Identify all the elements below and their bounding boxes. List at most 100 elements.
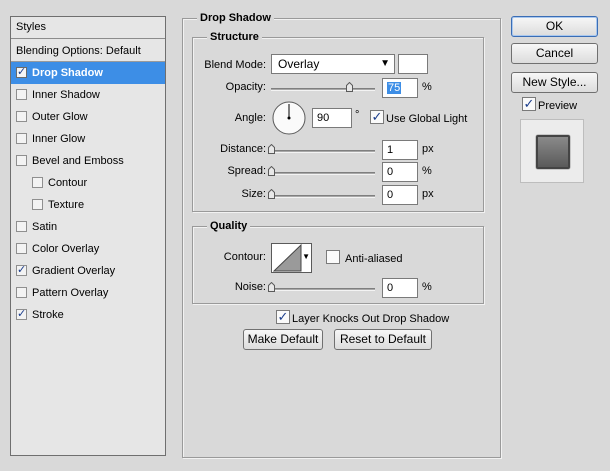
style-item-drop-shadow[interactable]: ✓ Drop Shadow bbox=[11, 62, 165, 84]
blend-mode-select[interactable]: Overlay ▼ bbox=[271, 54, 395, 74]
quality-title: Quality bbox=[207, 219, 251, 233]
checkbox-icon[interactable] bbox=[16, 111, 27, 122]
checkbox-icon[interactable]: ✓ bbox=[16, 264, 27, 276]
use-global-light-checkbox[interactable]: ✓ Use Global Light bbox=[370, 110, 467, 126]
opacity-slider-thumb[interactable] bbox=[346, 82, 353, 92]
distance-unit: px bbox=[422, 143, 434, 155]
cancel-button[interactable]: Cancel bbox=[511, 43, 598, 64]
style-item-label: Satin bbox=[32, 221, 58, 233]
contour-linear-icon bbox=[273, 244, 302, 272]
size-input[interactable]: 0 bbox=[382, 185, 418, 205]
style-item-color-overlay[interactable]: Color Overlay bbox=[11, 238, 165, 260]
style-item-label: Drop Shadow bbox=[32, 67, 103, 79]
contour-picker[interactable]: ▼ bbox=[271, 243, 312, 273]
style-item-label: Inner Shadow bbox=[32, 89, 100, 101]
angle-unit: ° bbox=[355, 109, 360, 121]
angle-dial[interactable] bbox=[271, 100, 307, 136]
opacity-unit: % bbox=[422, 81, 432, 93]
spread-slider-thumb[interactable] bbox=[268, 166, 275, 176]
checkmark-icon: ✓ bbox=[277, 309, 289, 324]
size-unit: px bbox=[422, 188, 434, 200]
noise-slider-track[interactable] bbox=[271, 288, 375, 291]
noise-label: Noise: bbox=[234, 281, 266, 293]
style-item-gradient-overlay[interactable]: ✓ Gradient Overlay bbox=[11, 260, 165, 282]
style-item-inner-glow[interactable]: Inner Glow bbox=[11, 128, 165, 150]
layer-knocks-out-label: Layer Knocks Out Drop Shadow bbox=[292, 313, 450, 325]
style-item-satin[interactable]: Satin bbox=[11, 216, 165, 238]
opacity-slider-track[interactable] bbox=[271, 88, 375, 91]
spread-input[interactable]: 0 bbox=[382, 162, 418, 182]
checkmark-icon: ✓ bbox=[17, 66, 27, 78]
style-item-label: Color Overlay bbox=[32, 243, 100, 255]
checkbox-icon[interactable] bbox=[16, 243, 27, 254]
style-item-label: Contour bbox=[48, 177, 88, 189]
checkmark-icon: ✓ bbox=[371, 109, 383, 124]
make-default-button[interactable]: Make Default bbox=[243, 329, 323, 350]
anti-aliased-checkbox[interactable]: Anti-aliased bbox=[326, 250, 402, 266]
angle-input[interactable]: 90 bbox=[312, 108, 352, 128]
ok-button[interactable]: OK bbox=[511, 16, 598, 37]
checkmark-icon: ✓ bbox=[523, 96, 535, 111]
checkbox-icon[interactable] bbox=[16, 221, 27, 232]
checkbox-icon[interactable] bbox=[16, 133, 27, 144]
distance-label: Distance: bbox=[220, 143, 266, 155]
distance-slider-track[interactable] bbox=[271, 150, 375, 153]
styles-header: Styles bbox=[11, 17, 165, 39]
distance-slider-thumb[interactable] bbox=[268, 144, 275, 154]
style-item-pattern-overlay[interactable]: Pattern Overlay bbox=[11, 282, 165, 304]
checkbox-icon[interactable] bbox=[32, 177, 43, 188]
preview-swatch bbox=[536, 135, 570, 169]
shadow-color-swatch[interactable] bbox=[398, 54, 428, 74]
layer-knocks-out-checkbox[interactable]: ✓ Layer Knocks Out Drop Shadow bbox=[276, 310, 449, 326]
spread-label: Spread: bbox=[227, 165, 266, 177]
checkbox-icon: ✓ bbox=[370, 110, 384, 124]
size-label: Size: bbox=[241, 188, 266, 200]
style-item-texture[interactable]: Texture bbox=[11, 194, 165, 216]
spread-slider-track[interactable] bbox=[271, 172, 375, 175]
style-item-stroke[interactable]: ✓ Stroke bbox=[11, 304, 165, 326]
style-item-label: Gradient Overlay bbox=[32, 265, 116, 277]
styles-panel: Styles Blending Options: Default ✓ Drop Sh… bbox=[10, 16, 166, 456]
blend-mode-value: Overlay bbox=[278, 57, 320, 71]
style-item-label: Blending Options: Default bbox=[16, 45, 141, 57]
size-slider-thumb[interactable] bbox=[268, 189, 275, 199]
chevron-down-icon: ▼ bbox=[302, 252, 310, 261]
chevron-down-icon: ▼ bbox=[380, 58, 390, 69]
structure-title: Structure bbox=[207, 30, 262, 44]
distance-input[interactable]: 1 bbox=[382, 140, 418, 160]
style-item-outer-glow[interactable]: Outer Glow bbox=[11, 106, 165, 128]
checkbox-icon[interactable]: ✓ bbox=[16, 308, 27, 320]
style-item-inner-shadow[interactable]: Inner Shadow bbox=[11, 84, 165, 106]
checkbox-icon: ✓ bbox=[276, 310, 290, 324]
checkbox-icon[interactable] bbox=[32, 199, 43, 210]
style-item-label: Bevel and Emboss bbox=[32, 155, 124, 167]
style-item-label: Texture bbox=[48, 199, 85, 211]
checkbox-icon[interactable] bbox=[16, 155, 27, 166]
new-style-button[interactable]: New Style... bbox=[511, 72, 598, 93]
style-item-blending-options-default[interactable]: Blending Options: Default bbox=[11, 40, 165, 62]
checkbox-icon[interactable] bbox=[16, 89, 27, 100]
angle-label: Angle: bbox=[234, 112, 266, 124]
opacity-input[interactable]: 75 bbox=[382, 78, 418, 98]
style-item-label: Stroke bbox=[32, 309, 64, 321]
style-item-bevel-and-emboss[interactable]: Bevel and Emboss bbox=[11, 150, 165, 172]
checkbox-icon[interactable]: ✓ bbox=[16, 66, 27, 78]
checkbox-icon[interactable] bbox=[16, 287, 27, 298]
style-preview-thumbnail bbox=[520, 119, 584, 183]
noise-slider-thumb[interactable] bbox=[268, 282, 275, 292]
checkbox-icon bbox=[326, 250, 340, 264]
checkmark-icon: ✓ bbox=[17, 264, 27, 276]
noise-input[interactable]: 0 bbox=[382, 278, 418, 298]
blend-mode-label: Blend Mode: bbox=[204, 59, 266, 71]
noise-unit: % bbox=[422, 281, 432, 293]
reset-to-default-button[interactable]: Reset to Default bbox=[334, 329, 432, 350]
style-item-label: Outer Glow bbox=[32, 111, 88, 123]
use-global-light-label: Use Global Light bbox=[386, 113, 468, 125]
preview-checkbox[interactable]: ✓ Preview bbox=[522, 97, 577, 113]
style-item-contour[interactable]: Contour bbox=[11, 172, 165, 194]
checkmark-icon: ✓ bbox=[17, 308, 27, 320]
opacity-label: Opacity: bbox=[225, 81, 266, 93]
style-item-label: Inner Glow bbox=[32, 133, 86, 145]
style-item-label: Pattern Overlay bbox=[32, 287, 109, 299]
size-slider-track[interactable] bbox=[271, 195, 375, 198]
